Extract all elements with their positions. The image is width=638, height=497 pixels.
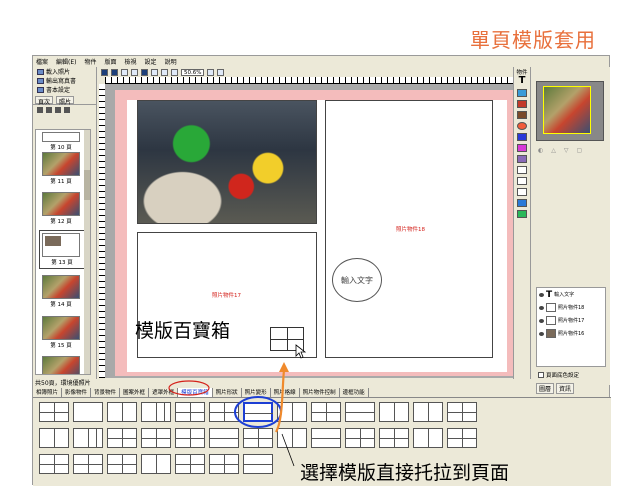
drag-arrow-head	[279, 362, 289, 372]
hint-pointer-line	[281, 433, 295, 467]
annotation-overlay	[168, 362, 295, 467]
template-highlight-ellipse	[234, 396, 282, 428]
drag-arrow	[275, 369, 286, 433]
tab-highlight-ellipse	[168, 380, 210, 396]
